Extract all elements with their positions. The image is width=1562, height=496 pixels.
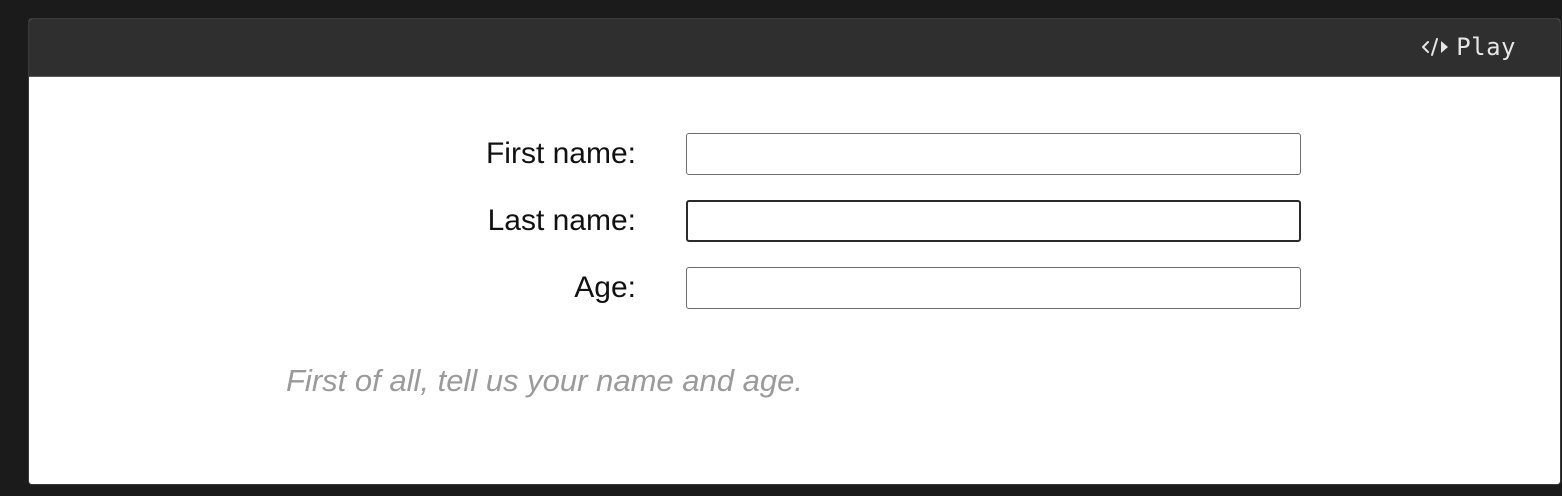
- last-name-input[interactable]: [686, 200, 1301, 242]
- play-button[interactable]: Play: [1420, 31, 1516, 63]
- last-name-row: Last name:: [29, 200, 1560, 242]
- form-area: First name: Last name: Age: First of all…: [29, 77, 1560, 484]
- preview-frame: Play First name: Last name: Age: First o…: [28, 18, 1561, 485]
- first-name-row: First name:: [29, 133, 1560, 175]
- play-label: Play: [1456, 33, 1516, 61]
- first-name-label: First name:: [485, 137, 636, 170]
- age-label: Age:: [574, 271, 636, 304]
- preview-toolbar: Play: [29, 19, 1560, 77]
- age-input[interactable]: [686, 267, 1301, 309]
- last-name-label: Last name:: [487, 204, 636, 237]
- code-icon: [1420, 35, 1450, 59]
- age-row: Age:: [29, 267, 1560, 309]
- form-hint: First of all, tell us your name and age.: [286, 363, 803, 398]
- first-name-input[interactable]: [686, 133, 1301, 175]
